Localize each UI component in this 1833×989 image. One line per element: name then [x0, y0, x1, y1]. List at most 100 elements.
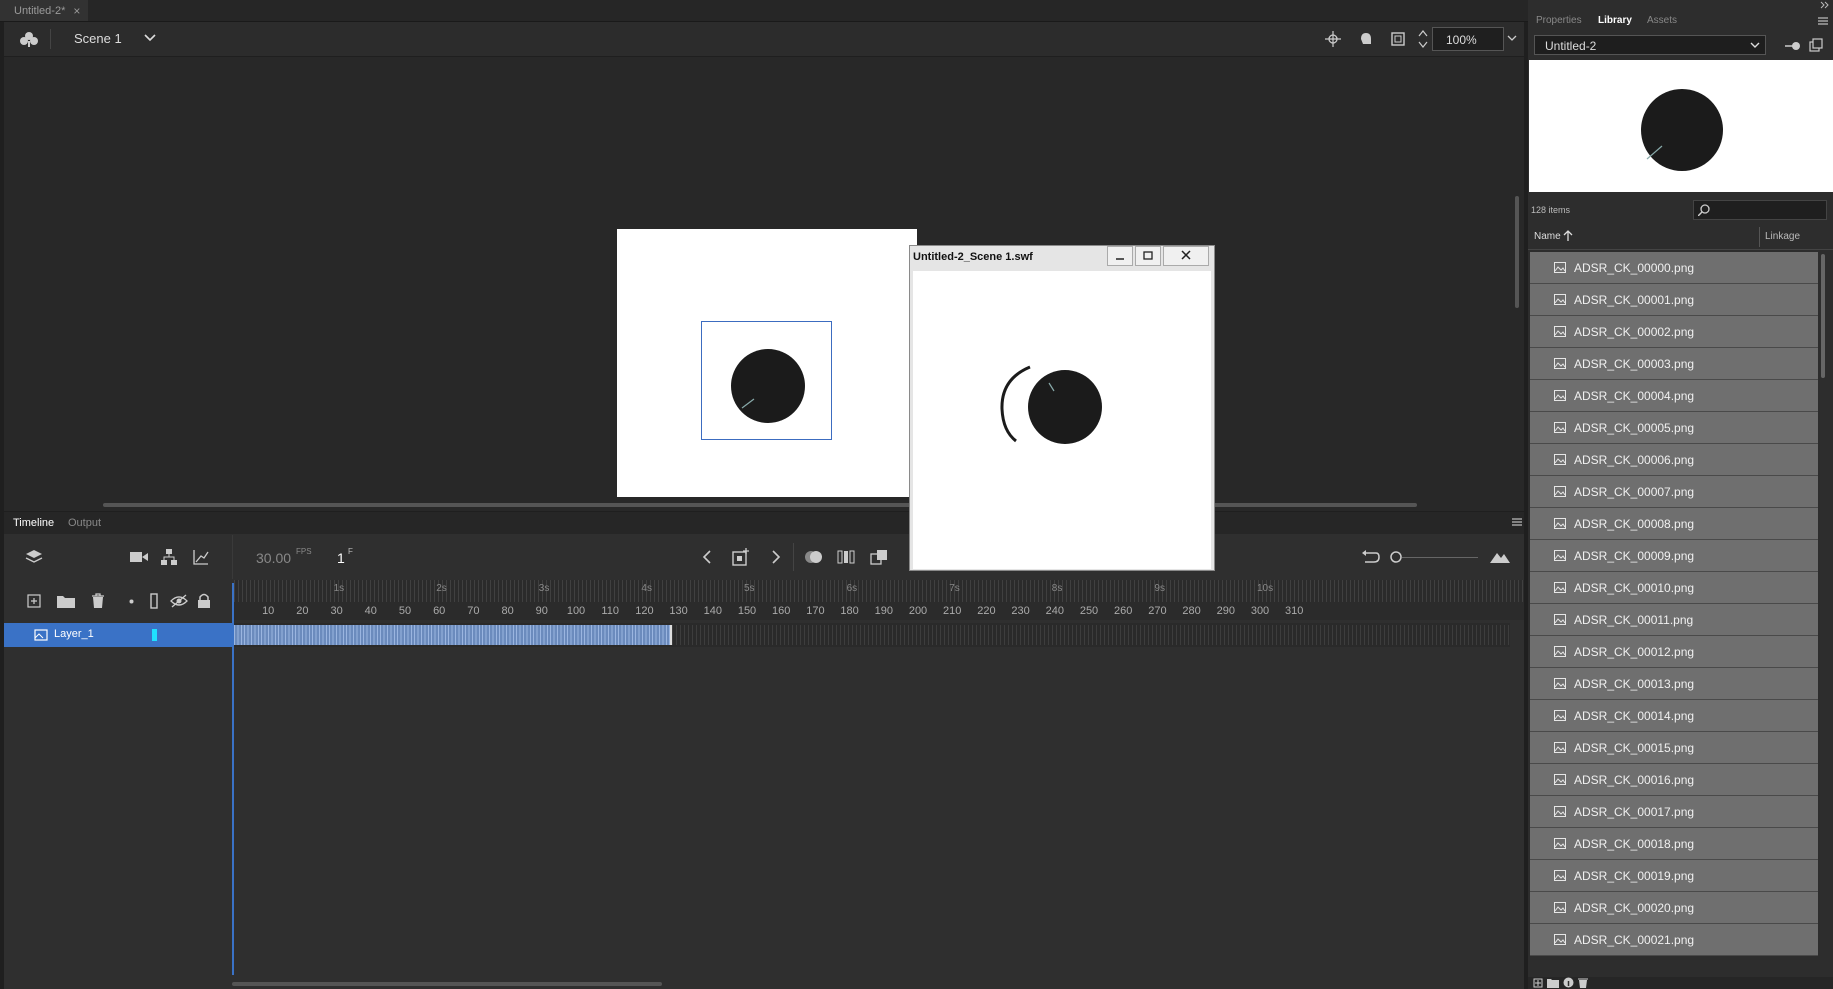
layers-icon[interactable]	[25, 549, 43, 565]
center-stage-icon[interactable]	[1325, 31, 1341, 47]
library-item[interactable]: ADSR_CK_00011.png	[1530, 604, 1818, 636]
close-window-icon[interactable]	[1163, 246, 1209, 266]
highlight-dot-icon[interactable]	[129, 599, 134, 604]
layer-parenting-icon[interactable]	[161, 549, 177, 565]
minimize-icon[interactable]	[1107, 246, 1133, 266]
frames-row[interactable]	[234, 623, 1510, 647]
timeline-ruler[interactable]: 10 20 30 40 50 60 70 80 90 100 110 120 130 140 150 160 1…	[234, 580, 1524, 620]
library-item[interactable]: ADSR_CK_00004.png	[1530, 380, 1818, 412]
library-item[interactable]: ADSR_CK_00010.png	[1530, 572, 1818, 604]
layer-color-swatch[interactable]	[152, 629, 157, 641]
library-scrollbar[interactable]	[1821, 254, 1825, 378]
tab-properties[interactable]: Properties	[1536, 15, 1582, 26]
zoom-field[interactable]: 100%	[1432, 27, 1504, 51]
new-folder-icon[interactable]	[1547, 978, 1559, 988]
visibility-eye-icon[interactable]	[170, 594, 188, 608]
library-item[interactable]: ADSR_CK_00000.png	[1530, 252, 1818, 284]
undo-loop-icon[interactable]	[1362, 550, 1380, 564]
new-layer-icon[interactable]	[27, 594, 41, 608]
library-item[interactable]: ADSR_CK_00005.png	[1530, 412, 1818, 444]
library-item[interactable]: ADSR_CK_00012.png	[1530, 636, 1818, 668]
layer-row[interactable]: Layer_1	[4, 623, 232, 647]
library-item[interactable]: ADSR_CK_00019.png	[1530, 860, 1818, 892]
lock-icon[interactable]	[197, 593, 211, 609]
library-item[interactable]: ADSR_CK_00013.png	[1530, 668, 1818, 700]
library-list[interactable]: ADSR_CK_00000.png ADSR_CK_00001.png ADSR_C…	[1530, 252, 1818, 977]
panel-menu-icon[interactable]	[1818, 17, 1828, 25]
delete-item-icon[interactable]	[1578, 977, 1588, 988]
layer-name[interactable]: Layer_1	[54, 628, 94, 640]
library-item[interactable]: ADSR_CK_00006.png	[1530, 444, 1818, 476]
library-item-name: ADSR_CK_00019.png	[1574, 868, 1695, 883]
zoom-slider-handle-icon[interactable]	[1390, 551, 1402, 563]
swf-titlebar[interactable]: Untitled-2_Scene 1.swf	[910, 246, 1214, 270]
clip-content-icon[interactable]	[1390, 31, 1406, 47]
column-linkage[interactable]: Linkage	[1765, 231, 1800, 242]
scene-symbol-icon[interactable]	[20, 31, 38, 47]
keyframe-span[interactable]	[234, 625, 672, 645]
library-item[interactable]: ADSR_CK_00016.png	[1530, 764, 1818, 796]
new-symbol-icon[interactable]	[1533, 978, 1543, 988]
ruler-frame-number: 50	[398, 605, 412, 617]
outline-toggle-icon[interactable]	[150, 593, 158, 609]
library-document-select[interactable]: Untitled-2	[1534, 35, 1766, 55]
camera-icon[interactable]	[130, 551, 148, 563]
zoom-stepper-icon[interactable]	[1418, 28, 1428, 50]
swap-symbol-icon[interactable]	[870, 549, 888, 565]
library-item[interactable]: ADSR_CK_00003.png	[1530, 348, 1818, 380]
library-item[interactable]: ADSR_CK_00008.png	[1530, 508, 1818, 540]
timeline-horizontal-scrollbar[interactable]	[232, 982, 662, 986]
selected-symbol-box[interactable]	[701, 321, 832, 440]
swf-content[interactable]	[913, 271, 1211, 569]
library-item[interactable]: ADSR_CK_00002.png	[1530, 316, 1818, 348]
close-tab-icon[interactable]: ×	[73, 4, 80, 18]
scene-dropdown-chevron-icon[interactable]	[144, 34, 156, 42]
swf-preview-window[interactable]: Untitled-2_Scene 1.swf	[909, 245, 1215, 571]
graph-icon[interactable]	[193, 549, 209, 565]
library-item[interactable]: ADSR_CK_00009.png	[1530, 540, 1818, 572]
delete-layer-icon[interactable]	[91, 593, 105, 609]
column-name[interactable]: Name	[1534, 231, 1561, 242]
library-item[interactable]: ADSR_CK_00014.png	[1530, 700, 1818, 732]
properties-info-icon[interactable]	[1563, 977, 1574, 988]
fps-value[interactable]: 30.00	[256, 550, 291, 566]
bitmap-icon	[1554, 422, 1566, 433]
edit-multiple-frames-icon[interactable]	[837, 550, 855, 564]
fit-frames-icon[interactable]	[1490, 550, 1510, 564]
new-folder-icon[interactable]	[57, 595, 75, 608]
prev-keyframe-icon[interactable]	[702, 549, 712, 565]
tab-assets[interactable]: Assets	[1647, 15, 1677, 26]
library-item[interactable]: ADSR_CK_00020.png	[1530, 892, 1818, 924]
tab-timeline[interactable]: Timeline	[13, 517, 54, 529]
current-frame[interactable]: 1	[337, 550, 345, 566]
insert-keyframe-icon[interactable]	[732, 548, 750, 566]
document-tab[interactable]: Untitled-2* ×	[0, 0, 89, 21]
pin-library-icon[interactable]	[1785, 41, 1801, 51]
scene-label[interactable]: Scene 1	[74, 31, 122, 46]
library-item[interactable]: ADSR_CK_00001.png	[1530, 284, 1818, 316]
library-item[interactable]: ADSR_CK_00017.png	[1530, 796, 1818, 828]
stage-canvas[interactable]	[617, 229, 917, 497]
ruler-second-marker: 2s	[436, 583, 447, 594]
new-library-panel-icon[interactable]	[1809, 38, 1823, 52]
ruler-second-marker: 7s	[949, 583, 960, 594]
stage-horizontal-scrollbar[interactable]	[103, 503, 1417, 507]
tab-library[interactable]: Library	[1598, 15, 1632, 26]
library-item[interactable]: ADSR_CK_00015.png	[1530, 732, 1818, 764]
panel-menu-icon[interactable]	[1512, 518, 1522, 526]
rotate-hand-icon[interactable]	[1357, 30, 1375, 48]
zoom-slider-track[interactable]	[1402, 557, 1478, 558]
tab-output[interactable]: Output	[68, 517, 101, 529]
next-keyframe-icon[interactable]	[771, 549, 781, 565]
bitmap-icon	[1554, 454, 1566, 465]
library-item[interactable]: ADSR_CK_00021.png	[1530, 924, 1818, 956]
library-search-input[interactable]	[1693, 200, 1827, 220]
stage-vertical-scrollbar[interactable]	[1515, 196, 1519, 308]
onion-skin-icon[interactable]	[804, 550, 824, 564]
playhead[interactable]	[232, 583, 234, 975]
zoom-dropdown-chevron-icon[interactable]	[1507, 35, 1517, 42]
library-item[interactable]: ADSR_CK_00007.png	[1530, 476, 1818, 508]
maximize-icon[interactable]	[1135, 246, 1161, 266]
sort-ascending-icon[interactable]	[1563, 230, 1573, 242]
library-item[interactable]: ADSR_CK_00018.png	[1530, 828, 1818, 860]
